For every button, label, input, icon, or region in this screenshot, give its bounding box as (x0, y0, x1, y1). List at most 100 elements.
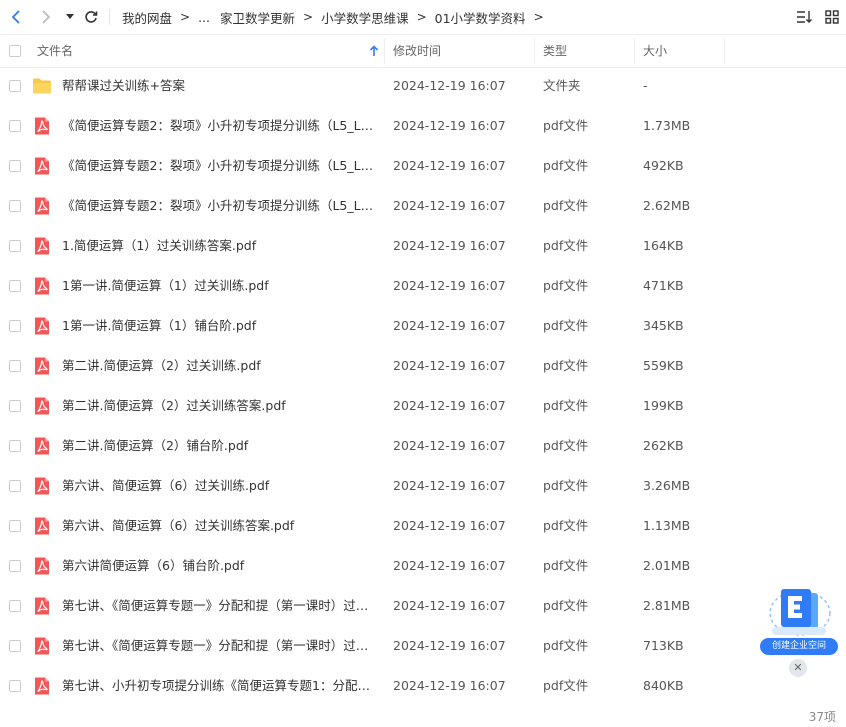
file-name[interactable]: 《简便运算专题2：裂项》小升初专项提分训练（L5_L6）（第二课时）.pdf (62, 146, 378, 186)
row-checkbox[interactable] (9, 640, 21, 652)
file-name[interactable]: 1第一讲.简便运算（1）铺台阶.pdf (62, 306, 378, 346)
grid-view-icon (825, 10, 839, 24)
column-header-name[interactable]: 文件名 (37, 35, 73, 67)
pdf-icon (32, 476, 52, 496)
file-row[interactable]: 第二讲.简便运算（2）过关训练答案.pdf 2024-12-19 16:07 p… (0, 386, 846, 426)
file-row[interactable]: 第二讲.简便运算（2）铺台阶.pdf 2024-12-19 16:07 pdf文… (0, 426, 846, 466)
file-row[interactable]: 第六讲、简便运算（6）过关训练答案.pdf 2024-12-19 16:07 p… (0, 506, 846, 546)
create-enterprise-space-button[interactable]: 创建企业空间 (760, 638, 838, 655)
file-row[interactable]: 《简便运算专题2：裂项》小升初专项提分训练（L5_L6）（第一课时）.pdf 2… (0, 106, 846, 146)
row-checkbox[interactable] (9, 200, 21, 212)
forward-button[interactable] (36, 7, 56, 27)
pdf-icon (32, 356, 52, 376)
file-name[interactable]: 第二讲.简便运算（2）过关训练.pdf (62, 346, 378, 386)
file-name[interactable]: 第六讲、简便运算（6）过关训练答案.pdf (62, 506, 378, 546)
row-checkbox[interactable] (9, 520, 21, 532)
file-type: pdf文件 (543, 118, 589, 133)
file-size: 2.01MB (643, 558, 691, 573)
breadcrumb-item-current[interactable]: 01小学数学资料 (435, 8, 526, 27)
column-divider[interactable] (534, 38, 535, 64)
file-modified-time: 2024-12-19 16:07 (393, 158, 506, 173)
chevron-right-icon (42, 10, 51, 24)
pdf-icon (32, 636, 52, 656)
breadcrumb-item-folder[interactable]: 家卫数学更新 (220, 8, 295, 27)
pdf-icon (32, 396, 52, 416)
row-checkbox[interactable] (9, 600, 21, 612)
file-name[interactable]: 《简便运算专题2：裂项》小升初专项提分训练（L5_L6）（第三课时）.pdf (62, 186, 378, 226)
file-row[interactable]: 《简便运算专题2：裂项》小升初专项提分训练（L5_L6）（第三课时）.pdf 2… (0, 186, 846, 226)
row-checkbox[interactable] (9, 440, 21, 452)
file-row[interactable]: 第七讲、小升初专项提分训练《简便运算专题1：分配与提取》.pdf 2024-12… (0, 666, 846, 706)
refresh-button[interactable] (82, 7, 100, 27)
pdf-icon (32, 556, 52, 576)
toolbar-divider (109, 9, 110, 25)
breadcrumb-separator-icon: > (533, 10, 544, 24)
column-header-size[interactable]: 大小 (643, 35, 667, 67)
row-checkbox[interactable] (9, 320, 21, 332)
file-row[interactable]: 1.简便运算（1）过关训练答案.pdf 2024-12-19 16:07 pdf… (0, 226, 846, 266)
file-row[interactable]: 第六讲、简便运算（6）过关训练.pdf 2024-12-19 16:07 pdf… (0, 466, 846, 506)
row-checkbox[interactable] (9, 120, 21, 132)
enterprise-space-promo[interactable]: 创建企业空间 ✕ (756, 583, 842, 683)
column-divider[interactable] (384, 38, 385, 64)
file-name[interactable]: 第二讲.简便运算（2）铺台阶.pdf (62, 426, 378, 466)
file-name[interactable]: 第六讲、简便运算（6）过关训练.pdf (62, 466, 378, 506)
file-size: 2.62MB (643, 198, 691, 213)
select-all-checkbox[interactable] (9, 45, 21, 57)
row-checkbox[interactable] (9, 560, 21, 572)
breadcrumb-separator-icon: > (416, 10, 427, 24)
sort-ascending-icon[interactable] (369, 45, 379, 57)
row-checkbox[interactable] (9, 680, 21, 692)
column-header-type[interactable]: 类型 (543, 35, 567, 67)
pdf-icon (32, 276, 52, 296)
row-checkbox[interactable] (9, 160, 21, 172)
file-name[interactable]: 1第一讲.简便运算（1）过关训练.pdf (62, 266, 378, 306)
file-type: pdf文件 (543, 438, 589, 453)
history-dropdown-button[interactable] (63, 9, 77, 25)
file-name[interactable]: 《简便运算专题2：裂项》小升初专项提分训练（L5_L6）（第一课时）.pdf (62, 106, 378, 146)
file-modified-time: 2024-12-19 16:07 (393, 398, 506, 413)
sort-button[interactable] (794, 7, 814, 27)
column-divider[interactable] (724, 38, 725, 64)
file-modified-time: 2024-12-19 16:07 (393, 678, 506, 693)
file-size: 1.73MB (643, 118, 691, 133)
file-name[interactable]: 第七讲、《简便运算专题一》分配和提（第一课时）过关训练.pdf (62, 586, 378, 626)
grid-view-button[interactable] (822, 7, 842, 27)
breadcrumb-item-folder[interactable]: 小学数学思维课 (321, 8, 409, 27)
file-name[interactable]: 1.简便运算（1）过关训练答案.pdf (62, 226, 378, 266)
file-modified-time: 2024-12-19 16:07 (393, 358, 506, 373)
pdf-icon (32, 116, 52, 136)
file-row[interactable]: 第七讲、《简便运算专题一》分配和提（第一课时）过关训练答案.pdf 2024-1… (0, 626, 846, 666)
column-header-modified[interactable]: 修改时间 (393, 35, 441, 67)
row-checkbox[interactable] (9, 400, 21, 412)
file-row[interactable]: 第二讲.简便运算（2）过关训练.pdf 2024-12-19 16:07 pdf… (0, 346, 846, 386)
file-name[interactable]: 第七讲、小升初专项提分训练《简便运算专题1：分配与提取》.pdf (62, 666, 378, 706)
breadcrumb-item-ellipsis[interactable]: ... (198, 10, 210, 25)
file-size: 345KB (643, 318, 684, 333)
column-divider[interactable] (634, 38, 635, 64)
file-row[interactable]: 第七讲、《简便运算专题一》分配和提（第一课时）过关训练.pdf 2024-12-… (0, 586, 846, 626)
row-checkbox[interactable] (9, 280, 21, 292)
file-row[interactable]: 1第一讲.简便运算（1）过关训练.pdf 2024-12-19 16:07 pd… (0, 266, 846, 306)
file-name[interactable]: 第六讲简便运算（6）铺台阶.pdf (62, 546, 378, 586)
file-modified-time: 2024-12-19 16:07 (393, 438, 506, 453)
file-type: pdf文件 (543, 198, 589, 213)
file-size: 3.26MB (643, 478, 691, 493)
row-checkbox[interactable] (9, 480, 21, 492)
file-row[interactable]: 第六讲简便运算（6）铺台阶.pdf 2024-12-19 16:07 pdf文件… (0, 546, 846, 586)
file-size: 1.13MB (643, 518, 691, 533)
file-row[interactable]: 1第一讲.简便运算（1）铺台阶.pdf 2024-12-19 16:07 pdf… (0, 306, 846, 346)
row-checkbox[interactable] (9, 360, 21, 372)
file-name[interactable]: 第七讲、《简便运算专题一》分配和提（第一课时）过关训练答案.pdf (62, 626, 378, 666)
file-row[interactable]: 帮帮课过关训练+答案 2024-12-19 16:07 文件夹 - (0, 66, 846, 106)
file-name[interactable]: 帮帮课过关训练+答案 (62, 66, 378, 106)
file-modified-time: 2024-12-19 16:07 (393, 478, 506, 493)
file-row[interactable]: 《简便运算专题2：裂项》小升初专项提分训练（L5_L6）（第二课时）.pdf 2… (0, 146, 846, 186)
pdf-icon (32, 156, 52, 176)
file-name[interactable]: 第二讲.简便运算（2）过关训练答案.pdf (62, 386, 378, 426)
row-checkbox[interactable] (9, 240, 21, 252)
row-checkbox[interactable] (9, 80, 21, 92)
close-icon[interactable]: ✕ (789, 659, 807, 677)
breadcrumb-item-root[interactable]: 我的网盘 (122, 8, 172, 27)
back-button[interactable] (6, 7, 26, 27)
